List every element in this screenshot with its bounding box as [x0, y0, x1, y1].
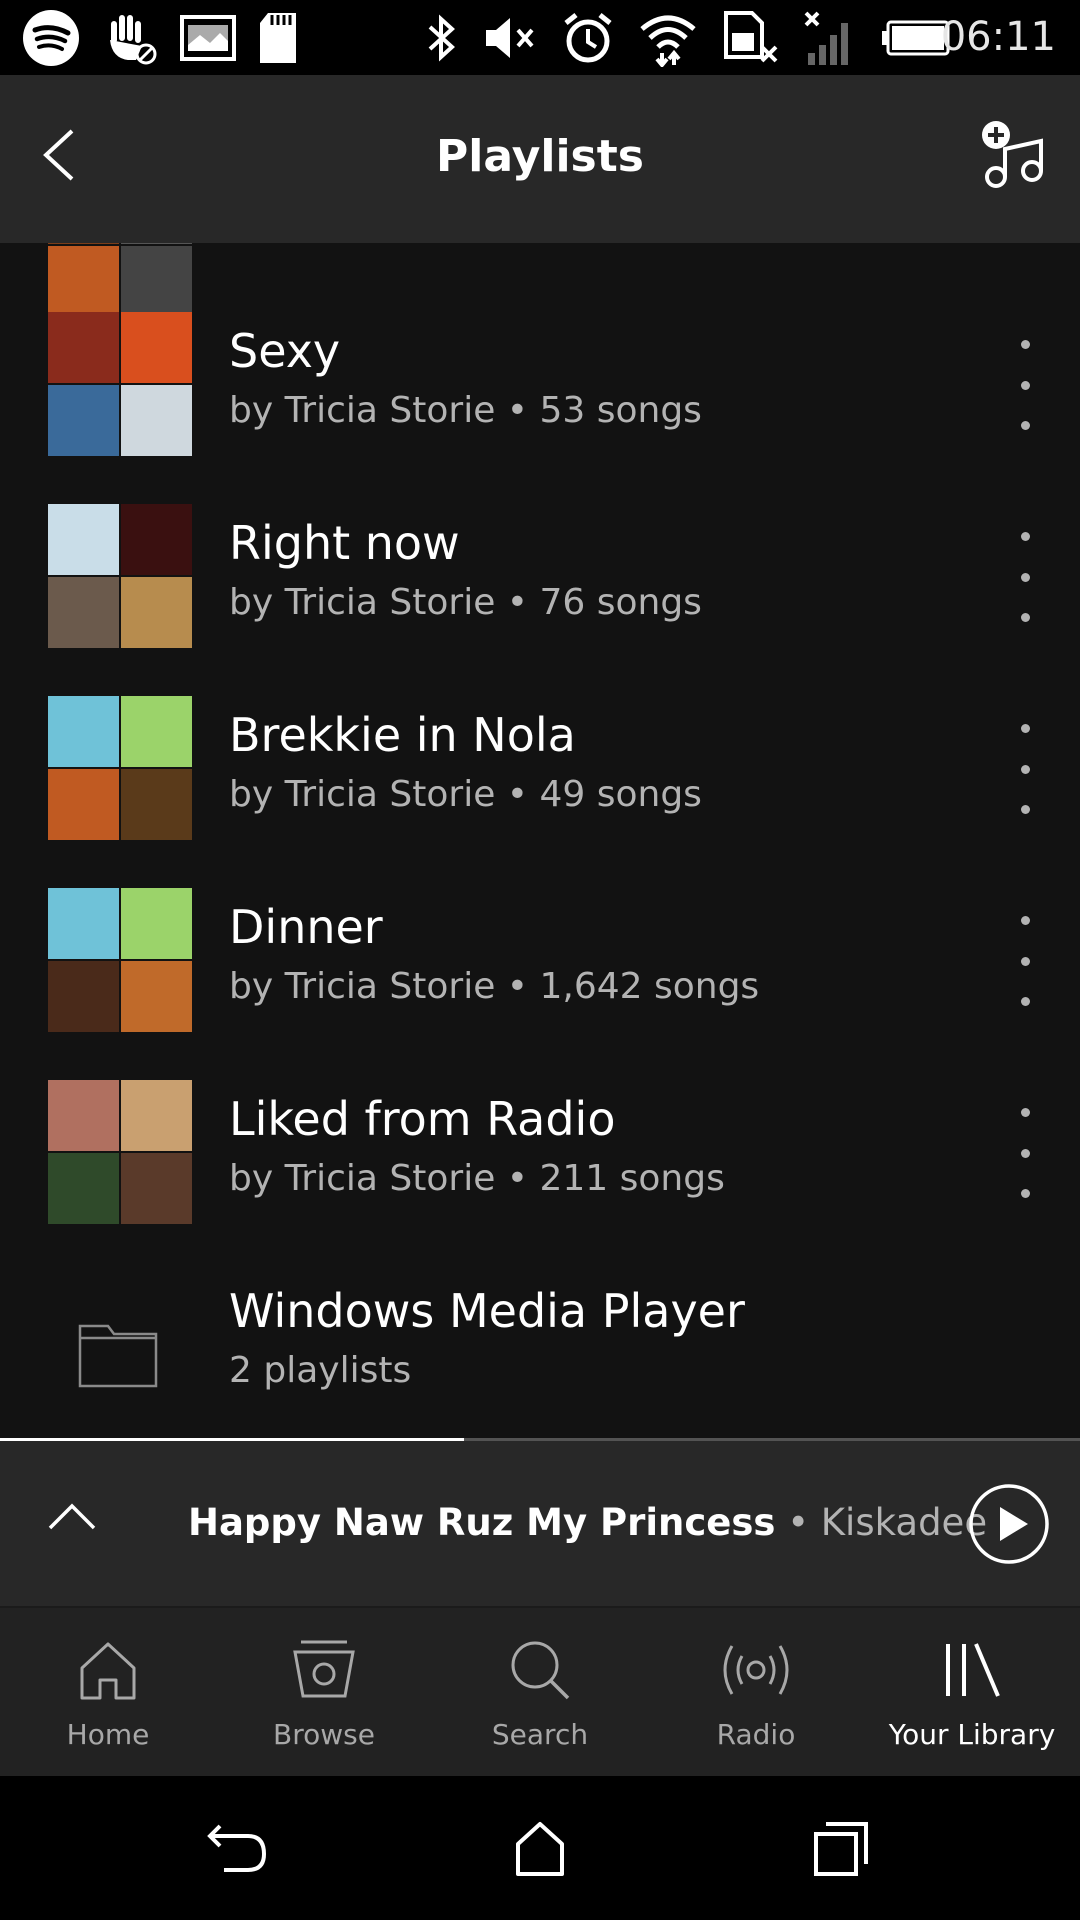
- tab-home[interactable]: Home: [0, 1608, 216, 1778]
- playlist-title: Right now: [229, 516, 460, 570]
- playlist-subtitle: by Tricia Storie • 76 songs: [229, 582, 702, 623]
- image-icon: [180, 14, 236, 61]
- playlist-cover: [48, 1080, 192, 1224]
- tab-label: Browse: [273, 1718, 375, 1751]
- chevron-up-icon: [48, 1503, 96, 1530]
- cover-tile: [121, 504, 192, 575]
- folder-row-windows-media-player[interactable]: Windows Media Player 2 playlists: [0, 1272, 1080, 1438]
- tab-label: Home: [66, 1718, 150, 1751]
- cover-tile: [48, 961, 119, 1032]
- now-playing-bar[interactable]: Happy Naw Ruz My Princess • Kiskadee: [0, 1441, 1080, 1606]
- playlist-subtitle: by Tricia Storie • 1,642 songs: [229, 966, 760, 1007]
- page-title: Playlists: [436, 131, 644, 182]
- playlist-row-dinner[interactable]: Dinner by Tricia Storie • 1,642 songs: [0, 888, 1080, 1080]
- playlist-subtitle: by Tricia Storie • 53 songs: [229, 390, 702, 431]
- tab-browse[interactable]: Browse: [216, 1608, 432, 1778]
- more-options-button[interactable]: [1010, 340, 1040, 430]
- library-icon: [946, 1643, 1000, 1697]
- system-nav-bar: [0, 1776, 1080, 1920]
- cover-tile: [121, 385, 192, 456]
- muted-volume-icon: [482, 13, 538, 63]
- playlist-row-sexy[interactable]: Sexy by Tricia Storie • 53 songs: [0, 312, 1080, 504]
- folder-icon: [78, 1324, 158, 1388]
- bluetooth-icon: [424, 11, 458, 65]
- now-playing-song: Happy Naw Ruz My Princess: [188, 1501, 776, 1544]
- play-button[interactable]: [968, 1483, 1050, 1565]
- add-playlist-icon: [982, 121, 1043, 188]
- playlist-title: Sexy: [229, 324, 341, 378]
- more-options-button[interactable]: [1010, 1108, 1040, 1198]
- tab-label: Your Library: [888, 1718, 1056, 1751]
- cover-tile: [121, 888, 192, 959]
- playlist-cover: [48, 243, 192, 317]
- no-sim-icon: [722, 10, 778, 65]
- now-playing-separator: •: [775, 1501, 821, 1544]
- cover-tile: [48, 1080, 119, 1151]
- playlist-list: Sexy by Tricia Storie • 53 songs Right n…: [0, 243, 1080, 1438]
- play-icon: [969, 1484, 1049, 1564]
- tab-radio[interactable]: Radio: [648, 1608, 864, 1778]
- cover-tile: [48, 769, 119, 840]
- cover-tile: [48, 696, 119, 767]
- app-header: Playlists: [0, 75, 1080, 243]
- playlist-row-liked-from-radio[interactable]: Liked from Radio by Tricia Storie • 211 …: [0, 1080, 1080, 1272]
- cover-tile: [48, 1153, 119, 1224]
- tab-search[interactable]: Search: [432, 1608, 648, 1778]
- playlist-row-brekkie-in-nola[interactable]: Brekkie in Nola by Tricia Storie • 49 so…: [0, 696, 1080, 888]
- cover-tile: [121, 769, 192, 840]
- playlist-cover: [48, 888, 192, 1032]
- playlist-cover: [48, 312, 192, 456]
- cover-tile: [121, 1080, 192, 1151]
- clock: 06:11: [940, 14, 1056, 60]
- back-icon: [207, 1824, 267, 1872]
- recents-icon: [814, 1822, 868, 1876]
- nav-back-button[interactable]: [200, 1816, 280, 1880]
- status-bar: 06:11: [0, 0, 1080, 75]
- tab-label: Radio: [716, 1718, 796, 1751]
- cover-tile: [121, 1153, 192, 1224]
- playlist-title: Brekkie in Nola: [229, 708, 576, 762]
- browse-icon: [293, 1640, 355, 1698]
- cover-tile: [121, 577, 192, 648]
- tab-label: Search: [491, 1718, 589, 1751]
- now-playing-artist: Kiskadee: [820, 1501, 988, 1544]
- search-icon: [511, 1641, 570, 1700]
- nav-recents-button[interactable]: [800, 1816, 880, 1880]
- sd-card-icon: [258, 11, 298, 65]
- alarm-icon: [562, 11, 614, 65]
- spotify-icon: [22, 9, 80, 67]
- cover-tile: [48, 385, 119, 456]
- cover-tile: [121, 961, 192, 1032]
- no-signal-icon: [802, 9, 858, 67]
- do-not-disturb-hand-icon: [102, 10, 158, 66]
- cover-tile: [48, 504, 119, 575]
- home-icon: [80, 1642, 136, 1700]
- home-icon: [516, 1822, 564, 1876]
- folder-subtitle: 2 playlists: [229, 1350, 412, 1391]
- playlist-cover: [48, 696, 192, 840]
- tab-your-library[interactable]: Your Library: [864, 1608, 1080, 1778]
- cover-tile: [121, 696, 192, 767]
- cover-tile: [48, 888, 119, 959]
- bottom-tab-bar: Home Browse Search Radio Your Library: [0, 1606, 1080, 1778]
- wifi-icon: [638, 9, 698, 67]
- playlist-subtitle: by Tricia Storie • 211 songs: [229, 1158, 725, 1199]
- expand-player-button[interactable]: [44, 1496, 100, 1536]
- now-playing-info: Happy Naw Ruz My Princess • Kiskadee: [188, 1501, 987, 1544]
- more-options-button[interactable]: [1010, 532, 1040, 622]
- cover-tile: [121, 312, 192, 383]
- more-options-button[interactable]: [1010, 724, 1040, 814]
- add-playlist-button[interactable]: [980, 119, 1052, 191]
- radio-icon: [723, 1645, 789, 1695]
- playlist-cover: [48, 504, 192, 648]
- more-options-button[interactable]: [1010, 916, 1040, 1006]
- folder-title: Windows Media Player: [229, 1284, 745, 1338]
- playlist-title: Liked from Radio: [229, 1092, 616, 1146]
- playlist-row-right-now[interactable]: Right now by Tricia Storie • 76 songs: [0, 504, 1080, 696]
- playlist-title: Dinner: [229, 900, 383, 954]
- cover-tile: [48, 577, 119, 648]
- nav-home-button[interactable]: [500, 1816, 580, 1880]
- playlist-subtitle: by Tricia Storie • 49 songs: [229, 774, 702, 815]
- cover-tile: [48, 312, 119, 383]
